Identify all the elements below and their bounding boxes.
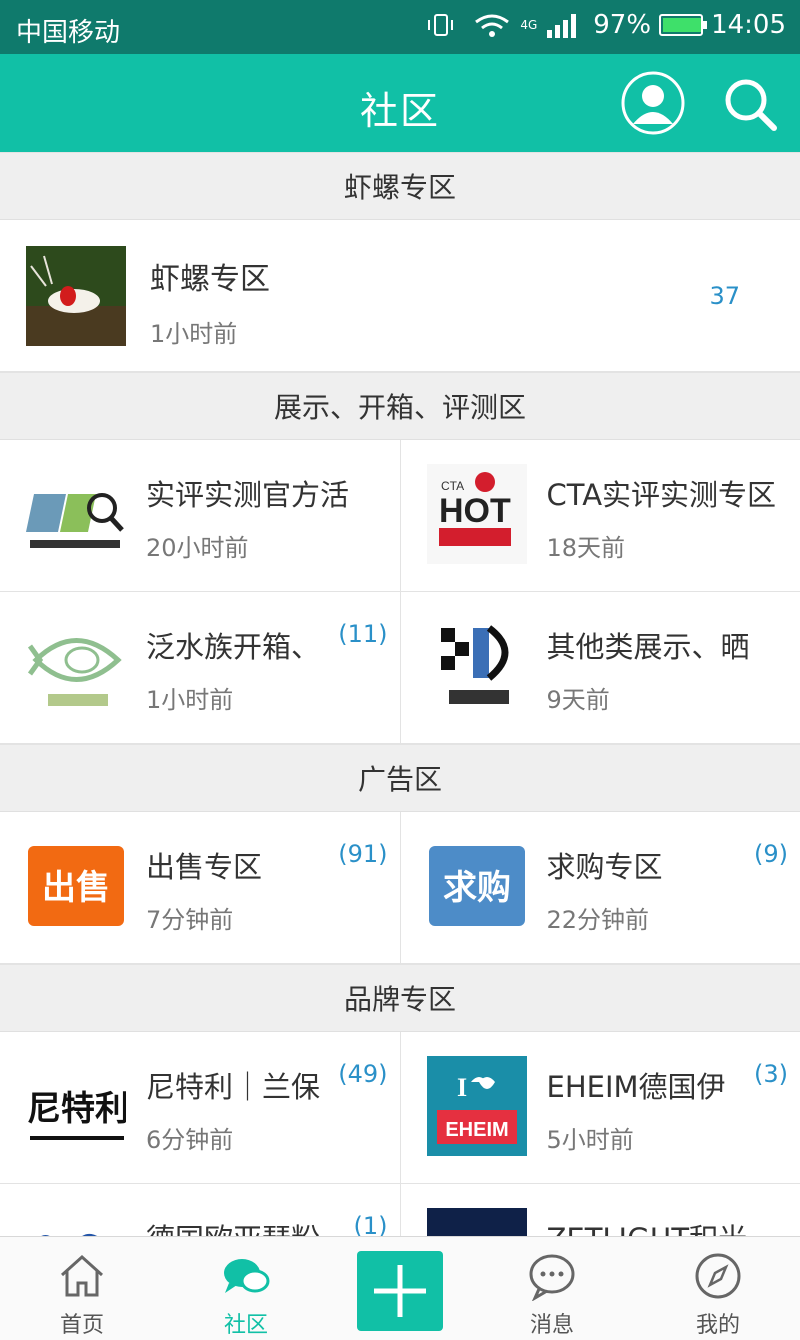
home-icon (60, 1254, 104, 1297)
forum-time: 22分钟前 (546, 906, 650, 934)
grid-row: 尼特利 尼特利｜兰保 6分钟前 (49) I EHEIM EHEIM德国伊 5小… (0, 1032, 800, 1184)
compass-icon (695, 1253, 741, 1299)
app-header: 社区 (0, 54, 800, 152)
carrier-label: 中国移动 (16, 18, 121, 48)
status-bar: 中国移动 4G 97% 14:05 (0, 0, 800, 54)
buy-logo-text: 求购 (443, 868, 511, 908)
tab-label: 首页 (59, 1313, 104, 1338)
section-header: 广告区 (0, 744, 800, 812)
grid-row: 出售 出售专区 7分钟前 (91) 求购 求购专区 22分钟前 (9) (0, 812, 800, 964)
tab-label: 消息 (529, 1313, 574, 1338)
forum-time: 6分钟前 (146, 1126, 234, 1154)
cta-official-logo-icon (26, 464, 126, 564)
tab-home[interactable]: 首页 (22, 1237, 142, 1340)
forum-name: 求购专区 (546, 850, 663, 884)
zetlight-logo-icon (426, 1208, 527, 1236)
forum-item[interactable]: 求购 求购专区 22分钟前 (9) (399, 812, 800, 963)
svg-text:CTA: CTA (441, 479, 464, 493)
forum-count: 37 (709, 282, 740, 310)
svg-text:I: I (457, 1073, 467, 1102)
nitely-logo-icon: 尼特利 (26, 1056, 126, 1156)
message-icon (529, 1254, 575, 1301)
section-header: 展示、开箱、评测区 (0, 372, 800, 440)
forum-name: 其他类展示、晒 (546, 630, 750, 664)
forum-time: 9天前 (546, 686, 610, 714)
forum-item[interactable]: 尼特利 尼特利｜兰保 6分钟前 (49) (0, 1032, 400, 1183)
forum-item[interactable]: 其他类展示、晒 9天前 (399, 592, 800, 743)
forum-count: (3) (754, 1060, 788, 1088)
sell-logo-icon: 出售 (28, 846, 124, 926)
fanshuizu-logo-icon (26, 616, 126, 716)
forum-name: CTA实评实测专区 (546, 478, 777, 512)
forum-item-shrimp[interactable]: 虾螺专区 1小时前 37 (0, 220, 800, 372)
forum-item[interactable]: 泛水族开箱、 1小时前 (11) (0, 592, 400, 743)
forum-name: EHEIM德国伊 (546, 1070, 726, 1104)
sell-logo-text: 出售 (42, 868, 110, 908)
grid-row: 实评实测官方活 20小时前 CTA HOT CTA实评实测专区 18天前 (0, 440, 800, 592)
forum-name: ZETLIGHT积光 (547, 1216, 787, 1236)
network-type: 4G (520, 18, 538, 32)
forum-time: 5小时前 (546, 1126, 634, 1154)
tab-mine[interactable]: 我的 (658, 1237, 778, 1340)
plus-icon (374, 1265, 426, 1317)
forum-item[interactable]: ZETLIGHT积光 (399, 1184, 800, 1236)
tab-messages[interactable]: 消息 (492, 1237, 612, 1340)
forum-count: (9) (754, 840, 788, 868)
battery-icon (659, 14, 708, 36)
tab-label: 我的 (695, 1313, 740, 1338)
forum-item[interactable]: 实评实测官方活 20小时前 (0, 440, 400, 591)
cellular-signal-icon (547, 14, 577, 38)
wifi-icon (475, 14, 510, 37)
buy-logo-icon: 求购 (428, 846, 525, 926)
nitely-logo-text: 尼特利 (27, 1089, 126, 1129)
other-logo-icon (426, 616, 527, 716)
forum-time: 18天前 (546, 534, 626, 562)
svg-text:HOT: HOT (439, 492, 511, 530)
add-post-button[interactable] (357, 1251, 443, 1331)
community-chat-icon (224, 1259, 270, 1293)
forum-name: 德国欧亚琵粉 (146, 1216, 386, 1236)
forum-item[interactable]: 德国欧亚琵粉 (1) (0, 1184, 400, 1236)
grid-row: 德国欧亚琵粉 (1) ZETLIGHT积光 (0, 1184, 800, 1236)
vibrate-icon (428, 14, 454, 36)
battery-percent: 97% (593, 10, 652, 40)
forum-count: (49) (338, 1060, 388, 1088)
profile-icon[interactable] (620, 70, 686, 136)
forum-count: (11) (338, 620, 388, 648)
forum-time: 7分钟前 (146, 906, 234, 934)
forum-list[interactable]: 虾螺专区 虾螺专区 1小时前 37 展示、开箱、评测区 实评实测官方活 20小时… (0, 152, 800, 1236)
search-icon[interactable] (720, 74, 780, 134)
shrimp-photo-icon (26, 246, 126, 346)
section-header: 虾螺专区 (0, 152, 800, 220)
eheim-logo-icon: I EHEIM (426, 1056, 527, 1156)
forum-item[interactable]: 出售 出售专区 7分钟前 (91) (0, 812, 400, 963)
status-indicators: 4G 97% 14:05 (424, 10, 786, 40)
brand-logo-icon (26, 1208, 126, 1236)
forum-count: (1) (353, 1212, 388, 1236)
eheim-logo-text: EHEIM (445, 1119, 508, 1141)
bottom-tab-bar: 首页 社区 消息 我的 (0, 1236, 800, 1340)
forum-time: 1小时前 (146, 686, 234, 714)
section-header: 品牌专区 (0, 964, 800, 1032)
forum-time: 20小时前 (146, 534, 249, 562)
grid-row: 泛水族开箱、 1小时前 (11) 其他类展示、晒 9天前 (0, 592, 800, 744)
tab-community[interactable]: 社区 (186, 1237, 306, 1340)
forum-name: 实评实测官方活 (146, 478, 350, 512)
forum-name: 虾螺专区 (150, 262, 270, 297)
forum-time: 1小时前 (150, 320, 238, 348)
hot-logo-icon: CTA HOT (426, 464, 527, 564)
forum-item[interactable]: CTA HOT CTA实评实测专区 18天前 (399, 440, 800, 591)
tab-label: 社区 (223, 1313, 268, 1338)
forum-item[interactable]: I EHEIM EHEIM德国伊 5小时前 (3) (399, 1032, 800, 1183)
forum-count: (91) (338, 840, 388, 868)
clock: 14:05 (711, 10, 786, 40)
